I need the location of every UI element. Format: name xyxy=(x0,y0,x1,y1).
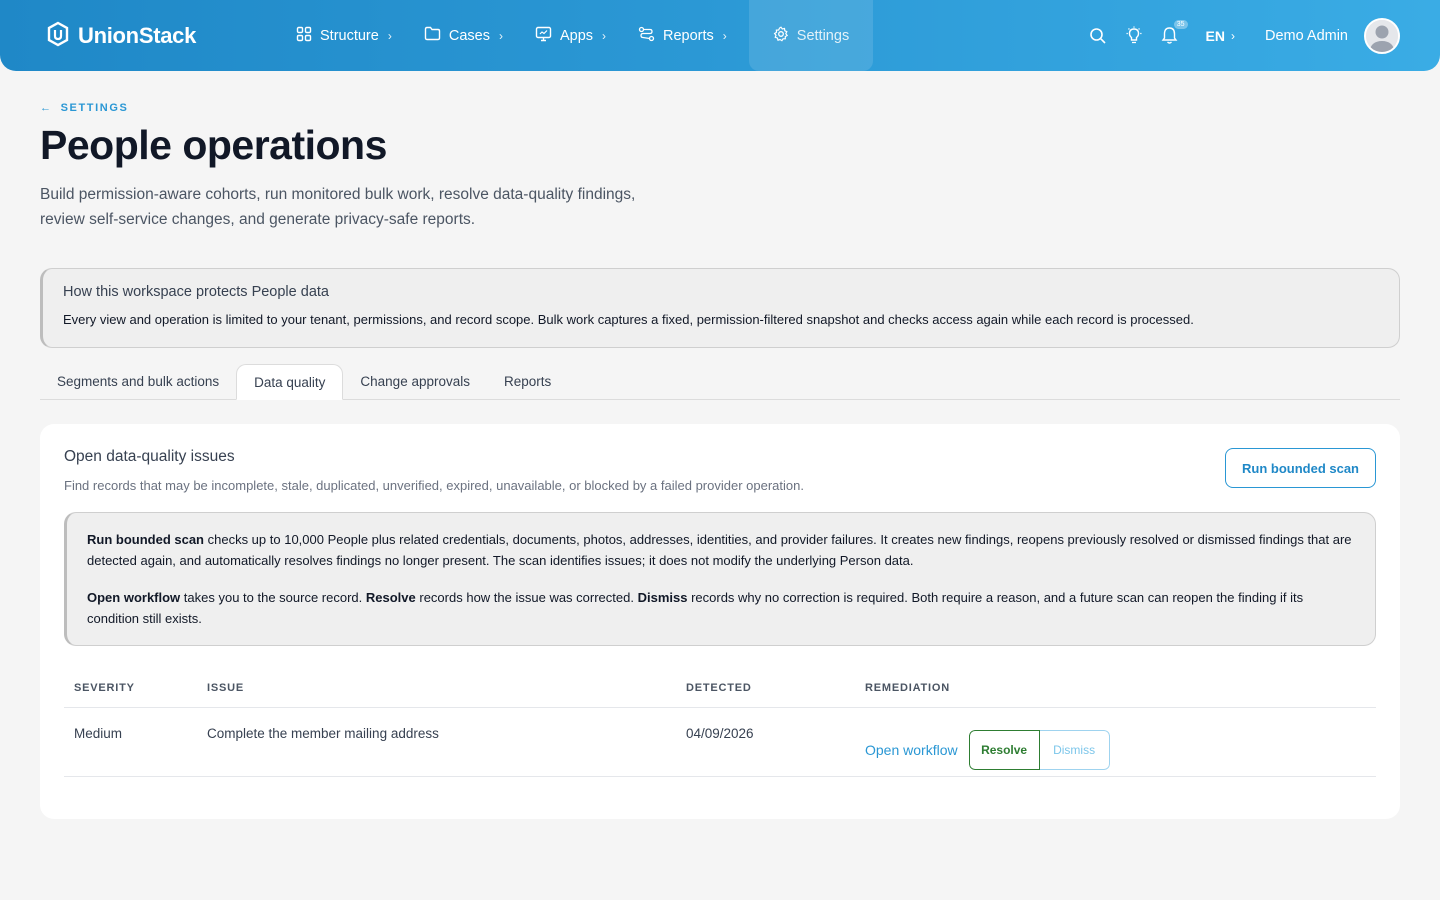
grid-icon xyxy=(296,26,312,46)
chevron-right-icon: › xyxy=(1230,28,1235,43)
run-bounded-scan-button[interactable]: Run bounded scan xyxy=(1225,448,1376,488)
nav-item-structure[interactable]: Structure › xyxy=(280,0,408,71)
avatar[interactable] xyxy=(1364,17,1400,54)
card-title: Open data-quality issues xyxy=(64,448,235,465)
notice-text: Every view and operation is limited to y… xyxy=(63,312,1194,327)
severity-cell: Medium xyxy=(74,726,123,741)
route-icon xyxy=(638,26,655,46)
info-bold-term: Open workflow xyxy=(87,590,181,605)
nav-label: Structure xyxy=(320,27,379,44)
language-code: EN xyxy=(1205,27,1225,44)
chevron-right-icon: › xyxy=(722,28,727,43)
main-nav: Structure › Cases › Apps › Reports › Set… xyxy=(280,0,874,71)
brand-logo[interactable]: UnionStack xyxy=(46,21,196,51)
info-text: takes you to the source record. xyxy=(180,590,366,605)
nav-label: Settings xyxy=(796,27,850,44)
language-selector[interactable]: EN › xyxy=(1206,28,1235,44)
monitor-icon xyxy=(535,26,552,46)
breadcrumb-label: SETTINGS xyxy=(60,102,129,114)
info-text: records how the issue was corrected. xyxy=(415,590,638,605)
scan-info-panel: Run bounded scan checks up to 10,000 Peo… xyxy=(64,512,1376,646)
column-header-detected: DETECTED xyxy=(686,681,752,694)
page-subtitle: Build permission-aware cohorts, run moni… xyxy=(40,186,636,228)
table-header: SEVERITY ISSUE DETECTED REMEDIATION xyxy=(64,668,1376,708)
chevron-right-icon: › xyxy=(387,28,392,43)
nav-label: Reports xyxy=(663,27,714,44)
card-subtitle: Find records that may be incomplete, sta… xyxy=(64,478,804,493)
workflow-info-paragraph: Open workflow takes you to the source re… xyxy=(87,587,1355,629)
notice-title: How this workspace protects People data xyxy=(63,284,329,300)
notification-badge: 35 xyxy=(1173,19,1188,29)
search-icon[interactable] xyxy=(1088,26,1108,46)
arrow-left-icon: ← xyxy=(40,102,53,114)
tab-change-approvals[interactable]: Change approvals xyxy=(343,364,487,400)
nav-label: Cases xyxy=(448,27,490,44)
dismiss-button[interactable]: Dismiss xyxy=(1039,729,1110,770)
header-tools: 35 EN › Demo Admin xyxy=(1088,0,1400,71)
nav-item-settings[interactable]: Settings xyxy=(748,0,874,71)
info-text: checks up to 10,000 People plus related … xyxy=(87,532,1352,568)
table-row: Medium Complete the member mailing addre… xyxy=(64,708,1376,777)
chevron-right-icon: › xyxy=(602,28,607,43)
nav-item-cases[interactable]: Cases › xyxy=(408,0,519,71)
data-protection-notice: How this workspace protects People data … xyxy=(40,268,1400,348)
info-bold-term: Resolve xyxy=(365,590,416,605)
open-workflow-link[interactable]: Open workflow xyxy=(865,742,958,758)
nav-item-reports[interactable]: Reports › xyxy=(622,0,743,71)
breadcrumb-back-link[interactable]: ← SETTINGS xyxy=(40,102,128,114)
tab-data-quality[interactable]: Data quality xyxy=(236,364,344,400)
page-title: People operations xyxy=(40,122,387,168)
column-header-severity: SEVERITY xyxy=(74,681,135,694)
top-navigation-bar: UnionStack Structure › Cases › Apps › Re… xyxy=(0,0,1440,71)
issues-table: SEVERITY ISSUE DETECTED REMEDIATION Medi… xyxy=(64,668,1376,777)
remediation-cell: Open workflow Resolve Dismiss xyxy=(865,708,1376,776)
tab-segments-and-bulk-actions[interactable]: Segments and bulk actions xyxy=(40,364,236,400)
folder-icon xyxy=(424,26,441,45)
lightbulb-icon[interactable] xyxy=(1124,26,1144,46)
bell-icon[interactable]: 35 xyxy=(1160,19,1188,46)
remediation-button-group: Resolve Dismiss xyxy=(968,729,1110,770)
detected-cell: 04/09/2026 xyxy=(686,726,754,741)
scan-info-paragraph: Run bounded scan checks up to 10,000 Peo… xyxy=(87,529,1355,571)
issue-cell: Complete the member mailing address xyxy=(207,726,439,741)
brand-name: UnionStack xyxy=(78,23,197,48)
tab-reports[interactable]: Reports xyxy=(487,364,568,400)
nav-item-apps[interactable]: Apps › xyxy=(519,0,622,71)
gear-icon xyxy=(773,25,789,46)
nav-label: Apps xyxy=(559,27,594,44)
tab-bar: Segments and bulk actions Data quality C… xyxy=(40,364,1400,400)
column-header-issue: ISSUE xyxy=(207,681,245,694)
info-bold-term: Run bounded scan xyxy=(87,532,204,547)
user-name[interactable]: Demo Admin xyxy=(1265,28,1348,44)
info-bold-term: Dismiss xyxy=(637,590,688,605)
chevron-right-icon: › xyxy=(498,28,503,43)
data-quality-card: Open data-quality issues Find records th… xyxy=(40,424,1400,819)
hexagon-logo-icon xyxy=(46,21,70,52)
column-header-remediation: REMEDIATION xyxy=(865,681,950,694)
resolve-button[interactable]: Resolve xyxy=(968,729,1040,770)
